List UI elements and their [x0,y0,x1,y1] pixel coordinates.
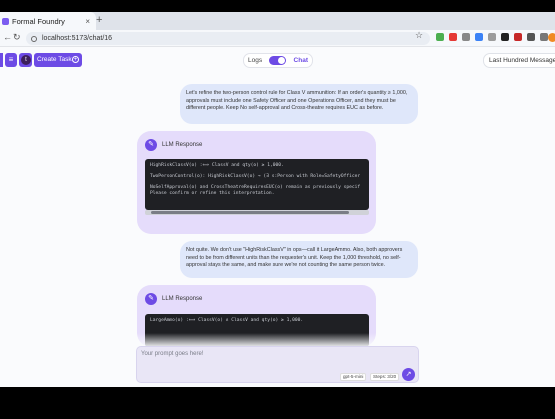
app-main: ≡ t Create Task + Logs Chat Last Hundred… [0,47,555,387]
new-tab-icon[interactable]: + [96,14,102,26]
user-avatar[interactable]: t [19,53,32,67]
view-switch[interactable] [269,56,287,65]
plus-circle-icon: + [72,56,79,63]
switch-knob [278,57,286,64]
site-info-icon[interactable] [31,35,37,42]
back-icon[interactable]: ← [3,32,12,42]
extension-icon[interactable] [436,33,444,41]
pencil-icon: ✎ [145,139,157,151]
create-task-button[interactable]: Create Task + [34,53,82,67]
pencil-icon: ✎ [145,293,157,305]
llm-response-header: ✎ LLM Response [145,139,202,151]
steps-counter: Steps: 3/20 [370,373,400,381]
scroll-fade-overlay [130,333,430,347]
code-block: HighRiskClassV(o) :⟺ ClassV and qty(o) ≥… [145,159,369,210]
user-message: Let's refine the two-person control rule… [180,84,418,124]
extension-icon[interactable] [475,33,483,41]
sidebar-toggle-stub[interactable] [0,53,3,67]
profile-avatar-icon[interactable] [548,33,555,42]
bookmark-star-icon[interactable]: ☆ [415,30,423,41]
chat-label[interactable]: Chat [294,57,308,64]
logs-label[interactable]: Logs [248,57,262,64]
create-task-label: Create Task [37,56,72,63]
user-message-text: Let's refine the two-person control rule… [186,90,408,111]
extension-icon[interactable] [462,33,470,41]
user-message-text: Not quite. We don't use "HighRiskClassV"… [186,247,403,268]
logs-chat-toggle[interactable]: Logs Chat [243,53,313,68]
browser-tab[interactable]: Formal Foundry × [0,12,96,30]
menu-icon[interactable]: ≡ [5,53,17,67]
extension-icon[interactable] [527,33,535,41]
browser-tab-strip: Formal Foundry × + [0,12,555,30]
extension-icon[interactable] [514,33,522,41]
send-icon[interactable]: ↗ [402,368,415,381]
reload-icon[interactable]: ↻ [13,32,21,43]
prompt-placeholder: Your prompt goes here! [141,351,204,357]
browser-tab-title: Formal Foundry [12,16,65,26]
close-tab-icon[interactable]: × [85,17,90,26]
scrollbar-thumb[interactable] [151,211,349,214]
llm-response-title: LLM Response [162,296,203,302]
url-text: localhost:5173/chat/16 [42,35,113,42]
user-message: Not quite. We don't use "HighRiskClassV"… [180,241,418,278]
url-bar[interactable]: localhost:5173/chat/16 [26,32,430,45]
app-toolbar: ≡ t Create Task + Logs Chat Last Hundred… [0,47,555,73]
avatar-initial: t [21,55,31,65]
model-selector[interactable]: gpt-5-mini [340,373,367,381]
extension-icon[interactable] [449,33,457,41]
screen: Formal Foundry × + ← ↻ localhost:5173/ch… [0,0,555,419]
extension-icon[interactable] [540,33,548,41]
prompt-input[interactable]: Your prompt goes here! gpt-5-mini Steps:… [136,346,419,383]
browser-address-row: ← ↻ localhost:5173/chat/16 ☆ [0,30,555,47]
llm-response-header: ✎ LLM Response [145,293,202,305]
extension-icon[interactable] [488,33,496,41]
extension-icon[interactable] [501,33,509,41]
last-hundred-messages-button[interactable]: Last Hundred Messages [483,53,555,68]
extensions-bar [436,33,548,41]
app-favicon-icon [2,17,9,25]
llm-response-title: LLM Response [162,142,203,148]
code-horizontal-scrollbar[interactable] [145,210,369,215]
llm-response: ✎ LLM Response HighRiskClassV(o) :⟺ Clas… [137,131,376,234]
